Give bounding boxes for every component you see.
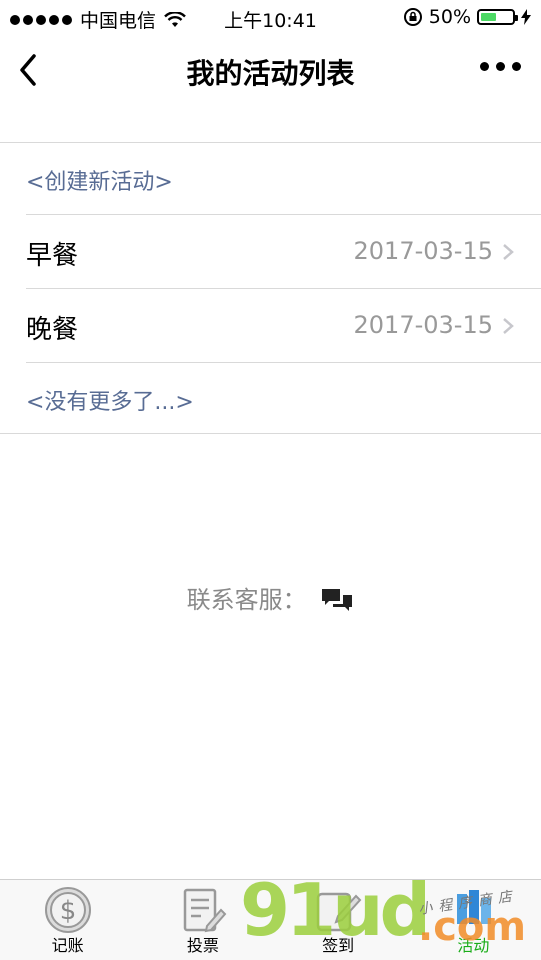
activity-date: 2017-03-15	[353, 237, 493, 265]
rotation-lock-icon	[403, 8, 422, 26]
chat-bubbles-icon	[322, 589, 353, 611]
activity-icon	[457, 890, 492, 924]
tab-activity[interactable]: 活动	[406, 880, 541, 960]
chevron-right-icon	[503, 318, 514, 334]
tab-label: 活动	[457, 936, 490, 955]
divider	[0, 142, 541, 143]
divider	[26, 362, 541, 363]
activity-name: 早餐	[26, 241, 79, 271]
no-more-link[interactable]: <没有更多了...>	[26, 384, 194, 416]
tab-checkin[interactable]: 签到	[271, 880, 406, 960]
checkin-icon	[316, 892, 362, 932]
tab-label: 记账	[51, 936, 84, 955]
activity-row-dinner[interactable]: 晚餐 2017-03-15	[0, 289, 541, 363]
divider	[0, 433, 541, 434]
activity-row-breakfast[interactable]: 早餐 2017-03-15	[0, 215, 541, 289]
status-right: 50%	[403, 6, 531, 28]
tab-label: 投票	[186, 936, 219, 955]
more-icon[interactable]	[480, 62, 521, 71]
tab-vote[interactable]: 投票	[135, 880, 270, 960]
battery-icon	[477, 9, 518, 25]
battery-percent: 50%	[428, 6, 471, 28]
contact-label: 联系客服：	[186, 586, 307, 614]
svg-text:$: $	[59, 896, 76, 926]
nav-bar: 我的活动列表	[0, 36, 541, 106]
activity-date: 2017-03-15	[353, 311, 493, 339]
charging-bolt-icon	[521, 9, 531, 25]
battery-fill	[481, 13, 496, 21]
page-title: 我的活动列表	[186, 57, 355, 90]
dollar-coin-icon: $	[44, 887, 91, 933]
contact-service[interactable]: 联系客服：	[0, 580, 541, 616]
tab-bookkeeping[interactable]: $ 记账	[0, 880, 135, 960]
create-activity-link[interactable]: <创建新活动>	[26, 164, 173, 196]
tab-bar: $ 记账 投票 签到 活动	[0, 879, 541, 960]
chevron-right-icon	[503, 244, 514, 260]
status-bar: 中国电信 上午10:41 50%	[0, 0, 541, 36]
tab-label: 签到	[322, 936, 355, 955]
edit-document-icon	[183, 888, 227, 933]
activity-name: 晚餐	[26, 315, 79, 345]
